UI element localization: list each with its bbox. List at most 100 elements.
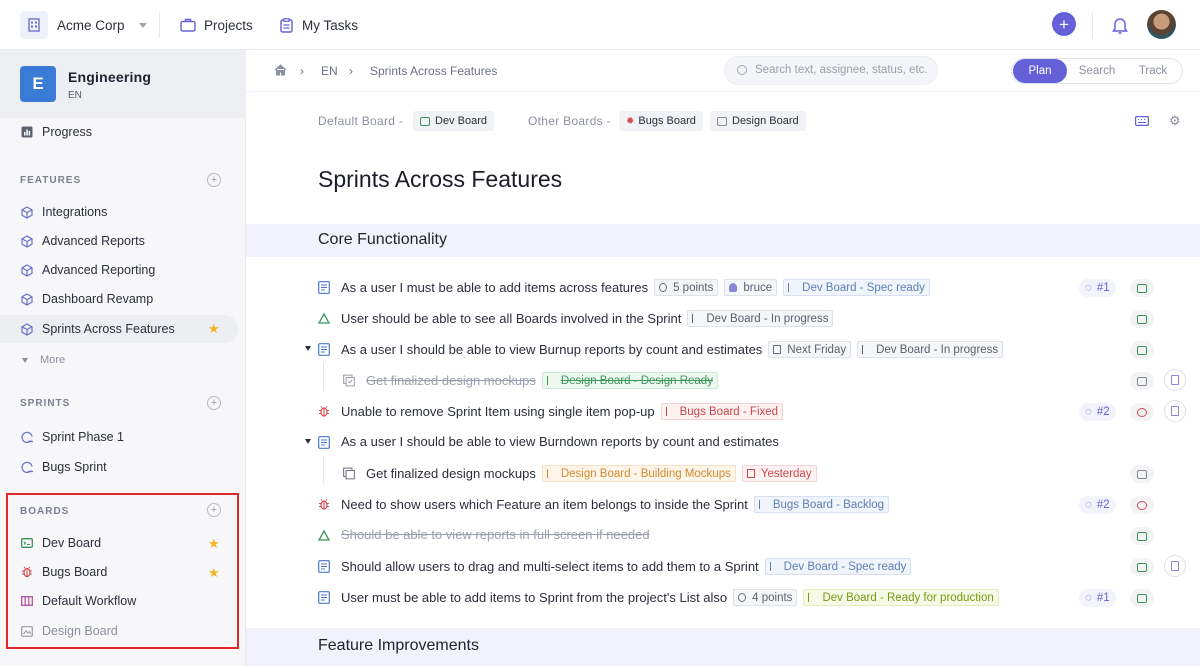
workspace-header[interactable]: E Engineering EN (0, 50, 246, 118)
sidebar-item-progress[interactable]: Progress (0, 118, 246, 146)
bug-icon (20, 565, 34, 579)
default-board-chip[interactable]: Dev Board (413, 111, 494, 131)
search-input[interactable]: Search text, assignee, status, etc. (724, 56, 938, 85)
item-title: Should allow users to drag and multi-sel… (341, 559, 759, 574)
gear-icon[interactable]: ⚙ (1169, 113, 1181, 129)
list-item[interactable]: User must be able to add items to Sprint… (246, 584, 1200, 612)
document-icon[interactable] (1164, 400, 1186, 422)
design-board-chip[interactable]: Design Board (710, 111, 806, 131)
sidebar-item-advanced-reporting[interactable]: Advanced Reporting (0, 256, 246, 284)
bugs-board-chip[interactable]: ✹ Bugs Board (619, 111, 703, 131)
status-tag[interactable]: Dev Board - In progress (687, 310, 834, 327)
status-tag[interactable]: Bugs Board - Fixed (660, 403, 784, 420)
status-tag[interactable]: Dev Board - Spec ready (764, 558, 912, 575)
sidebar-item-design-board[interactable]: Design Board (0, 617, 246, 645)
tab-track[interactable]: Track (1126, 59, 1180, 83)
bell-icon[interactable] (1111, 15, 1129, 35)
add-board-icon[interactable]: + (207, 503, 221, 517)
board-badge[interactable] (1130, 372, 1154, 390)
tab-plan[interactable]: Plan (1013, 59, 1067, 83)
chevron-down-icon[interactable] (138, 22, 147, 28)
sidebar-item-label: Dev Board (42, 536, 102, 550)
list-item[interactable]: Should be able to view reports in full s… (246, 522, 1200, 550)
board-badge[interactable] (1130, 341, 1154, 359)
list-item[interactable]: As a user I should be able to view Burnu… (246, 336, 1200, 364)
timer-icon (738, 593, 747, 602)
board-badge[interactable] (1130, 403, 1154, 421)
estimate-tag[interactable]: 5 points (654, 279, 719, 296)
add-sprint-icon[interactable]: + (207, 396, 221, 410)
sidebar-item-sprints-across-features[interactable]: Sprints Across Features (0, 315, 238, 343)
list-item[interactable]: Should allow users to drag and multi-sel… (246, 553, 1200, 581)
mode-switcher: Plan Search Track (1011, 58, 1183, 84)
list-item[interactable]: Get finalized design mockups Design Boar… (246, 460, 1200, 488)
flag-icon (769, 562, 778, 571)
board-badge[interactable] (1130, 496, 1154, 514)
sprint-ref-badge[interactable]: ◌ #2 (1079, 496, 1116, 514)
add-feature-icon[interactable]: + (207, 173, 221, 187)
org-switcher[interactable]: Acme Corp (20, 0, 147, 50)
sidebar: E Engineering EN Progress FEATURES + Int… (0, 50, 246, 666)
due-date-tag[interactable]: Yesterday (741, 465, 817, 482)
org-name: Acme Corp (57, 17, 125, 33)
sidebar-item-integrations[interactable]: Integrations (0, 198, 246, 226)
breadcrumb-en[interactable]: EN (321, 64, 338, 78)
avatar[interactable] (1147, 10, 1176, 39)
sidebar-item-dashboard-revamp[interactable]: Dashboard Revamp (0, 285, 246, 313)
doc-glyph (1171, 406, 1179, 416)
keyboard-icon[interactable] (1135, 116, 1149, 126)
clipboard-icon (280, 17, 293, 33)
star-icon[interactable]: ★ (208, 565, 220, 581)
sidebar-item-default-workflow[interactable]: Default Workflow (0, 587, 246, 615)
board-badge[interactable] (1130, 527, 1154, 545)
list-item[interactable]: As a user I must be able to add items ac… (246, 274, 1200, 302)
list-item[interactable]: As a user I should be able to view Burnd… (246, 429, 1200, 457)
tag-label: Dev Board - Spec ready (802, 281, 925, 294)
chevron-down-icon[interactable] (305, 346, 311, 351)
image-icon (717, 116, 727, 126)
sidebar-item-advanced-reports[interactable]: Advanced Reports (0, 227, 246, 255)
document-icon[interactable] (1164, 369, 1186, 391)
status-tag[interactable]: Dev Board - Ready for production (803, 589, 999, 606)
sidebar-item-bugs-sprint[interactable]: Bugs Sprint (0, 453, 246, 481)
list-item[interactable]: Unable to remove Sprint Item using singl… (246, 398, 1200, 426)
star-icon[interactable]: ★ (208, 321, 220, 337)
board-badge[interactable] (1130, 465, 1154, 483)
document-icon[interactable] (1164, 555, 1186, 577)
sidebar-item-sprint-phase-1[interactable]: Sprint Phase 1 (0, 423, 246, 451)
estimate-tag[interactable]: 4 points (733, 589, 798, 606)
sprint-icon: ◌ (1085, 282, 1092, 294)
board-badge[interactable] (1130, 558, 1154, 576)
tab-search[interactable]: Search (1070, 59, 1124, 83)
nav-my-tasks[interactable]: My Tasks (280, 0, 358, 50)
sprint-ref-badge[interactable]: ◌ #1 (1079, 279, 1116, 297)
features-header: FEATURES (20, 175, 82, 186)
nav-projects[interactable]: Projects (180, 0, 253, 50)
bug-icon (319, 499, 329, 510)
list-item[interactable]: User should be able to see all Boards in… (246, 305, 1200, 333)
sprint-ref-badge[interactable]: ◌ #1 (1079, 589, 1116, 607)
status-tag[interactable]: Design Board - Design Ready (541, 372, 718, 389)
status-tag[interactable]: Dev Board - In progress (857, 341, 1004, 358)
breadcrumb: › EN › Sprints Across Features Search te… (246, 50, 1200, 92)
sidebar-item-label: Bugs Board (42, 565, 108, 579)
list-item[interactable]: Need to show users which Feature an item… (246, 491, 1200, 519)
board-badge[interactable] (1130, 589, 1154, 607)
sidebar-more[interactable]: More (0, 346, 246, 374)
bug-icon (1137, 407, 1147, 417)
board-badge[interactable] (1130, 310, 1154, 328)
status-tag[interactable]: Bugs Board - Backlog (753, 496, 890, 513)
home-icon[interactable] (274, 64, 287, 76)
chevron-down-icon[interactable] (305, 439, 311, 444)
due-date-tag[interactable]: Next Friday (768, 341, 852, 358)
status-tag[interactable]: Design Board - Building Mockups (541, 465, 736, 482)
plus-icon[interactable]: + (1052, 12, 1076, 36)
list-item[interactable]: Get finalized design mockups Design Boar… (246, 367, 1200, 395)
sprint-ref-badge[interactable]: ◌ #2 (1079, 403, 1116, 421)
assignee-tag[interactable]: bruce (724, 279, 778, 296)
search-icon (737, 65, 747, 75)
divider (159, 12, 160, 38)
star-icon[interactable]: ★ (208, 536, 220, 552)
board-badge[interactable] (1130, 279, 1154, 297)
status-tag[interactable]: Dev Board - Spec ready (783, 279, 930, 296)
